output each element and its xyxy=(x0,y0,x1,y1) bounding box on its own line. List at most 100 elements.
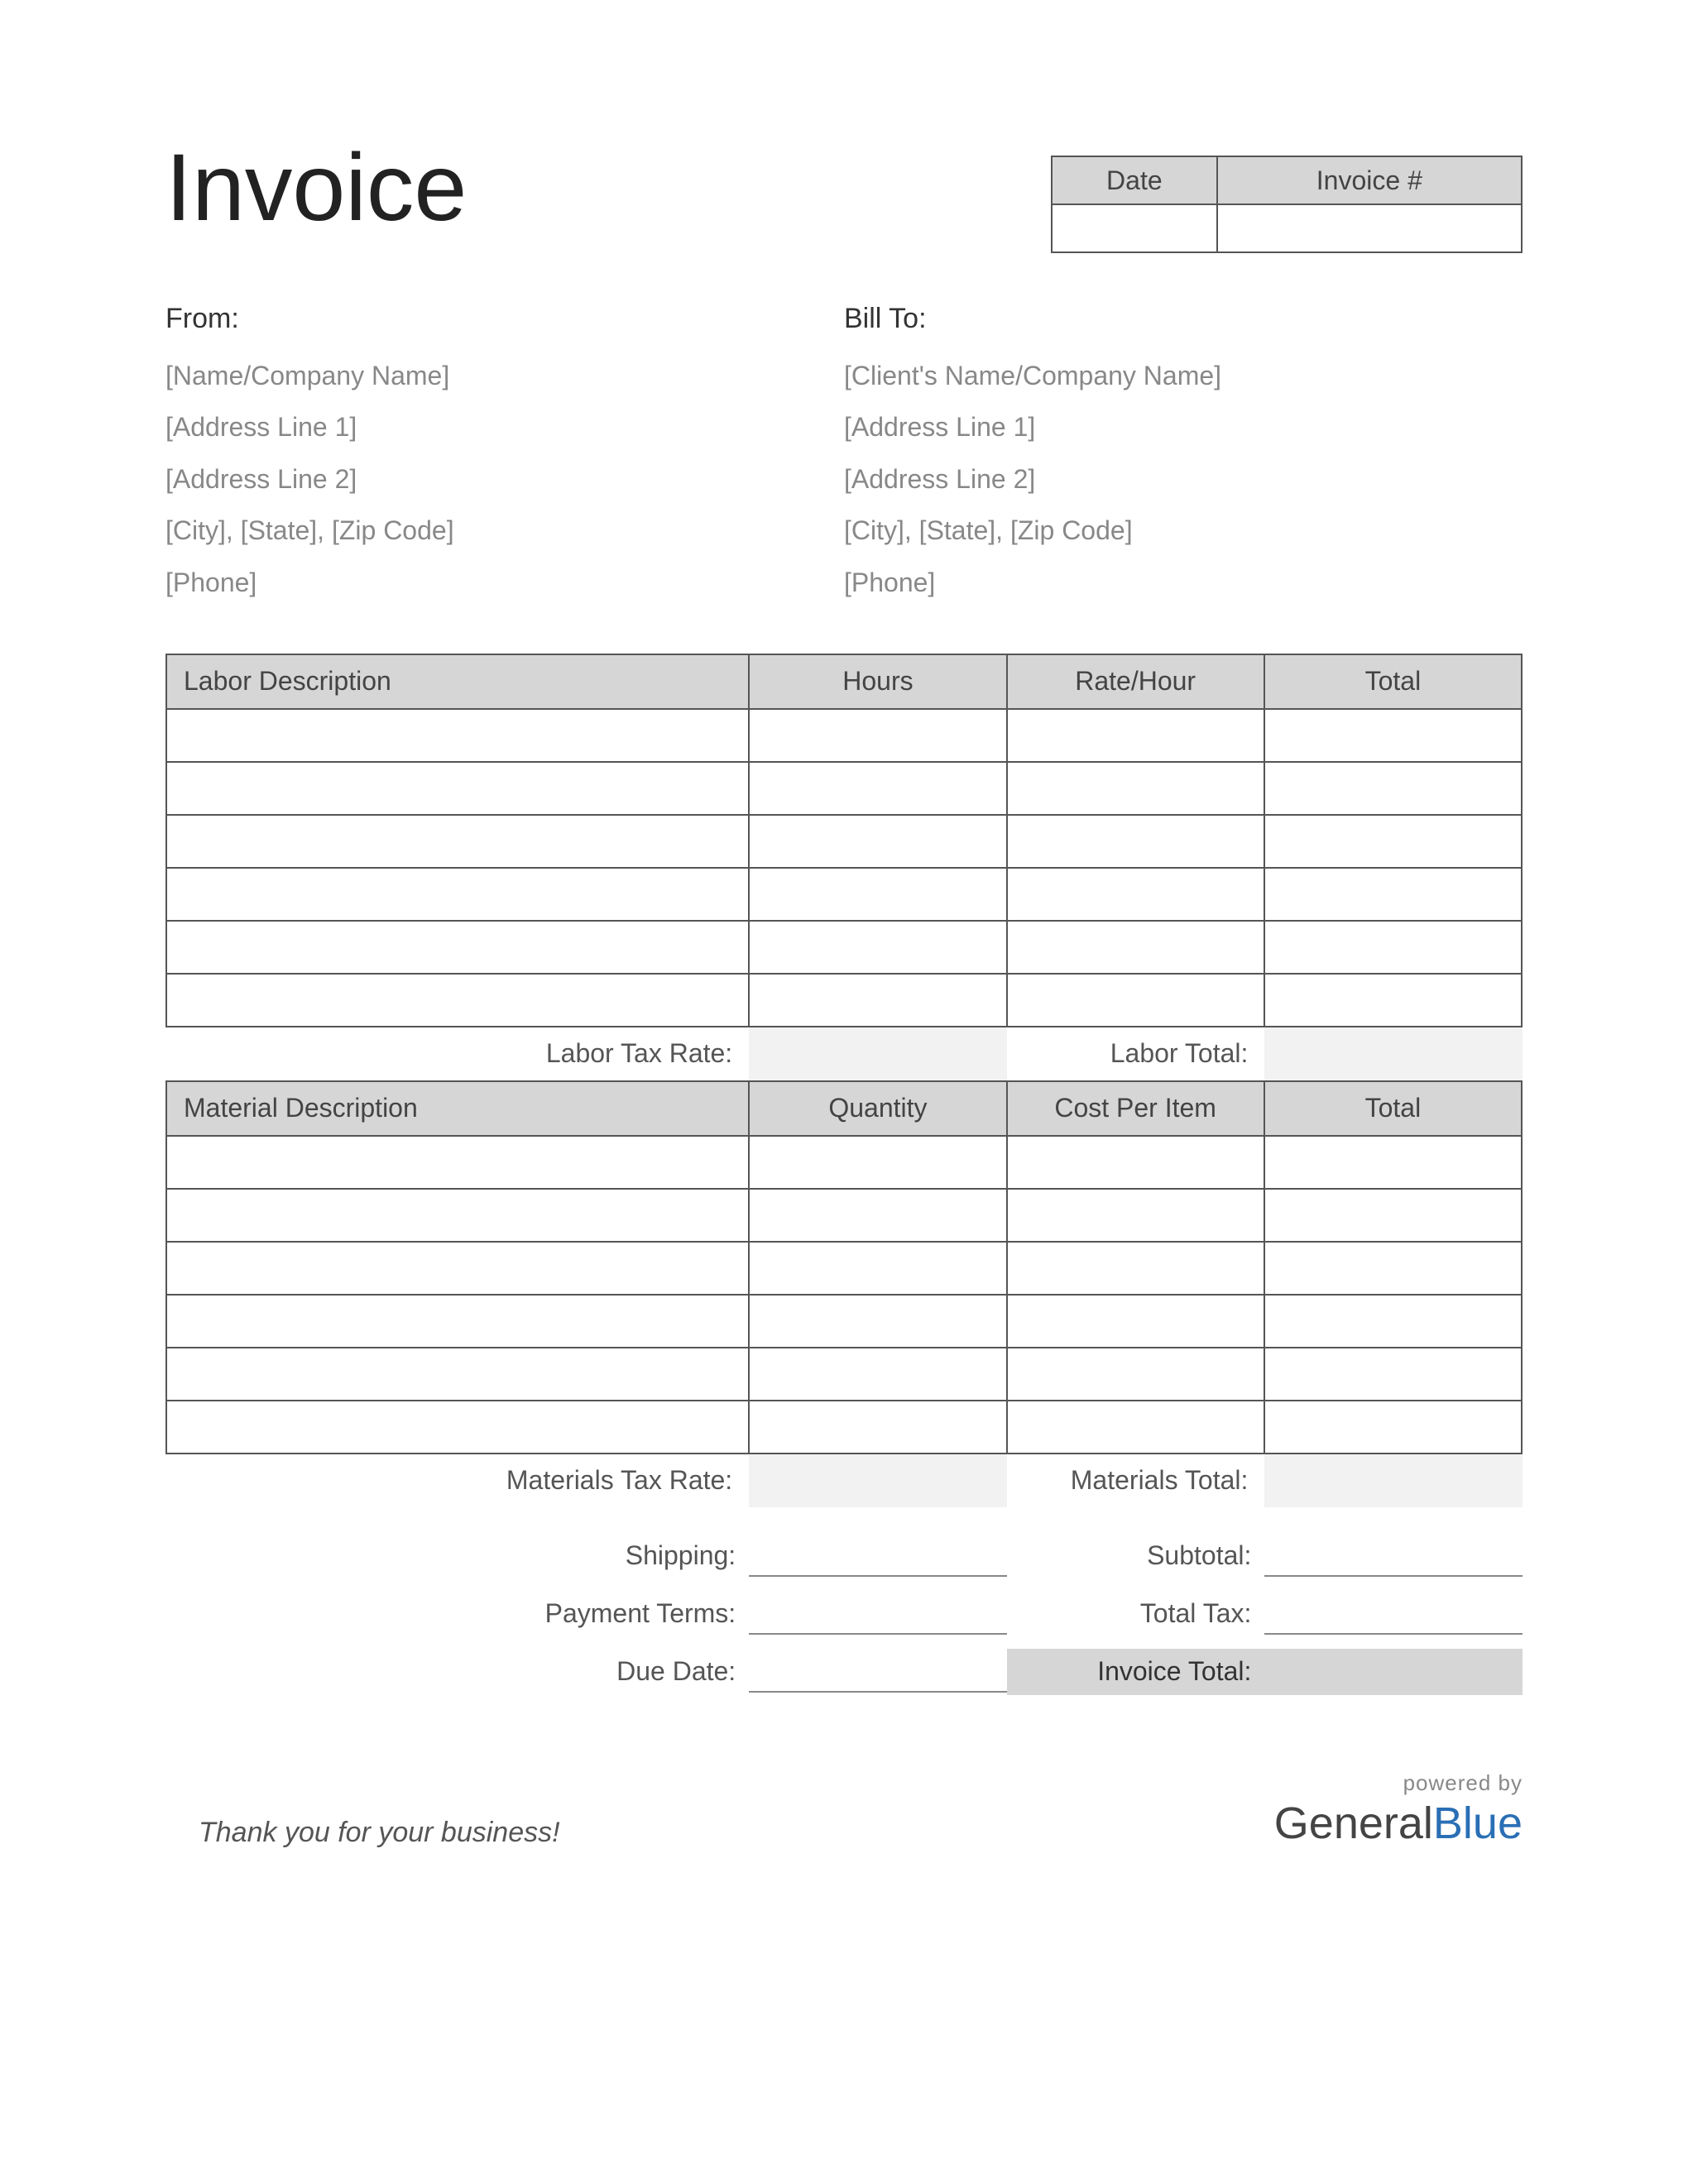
labor-cell[interactable] xyxy=(1264,762,1522,815)
material-total-value[interactable] xyxy=(1264,1454,1523,1507)
material-cell[interactable] xyxy=(166,1401,749,1454)
material-cell[interactable] xyxy=(749,1189,1006,1242)
material-tax-rate-label: Materials Tax Rate: xyxy=(165,1465,749,1496)
material-row xyxy=(166,1242,1522,1295)
material-cell[interactable] xyxy=(1264,1242,1522,1295)
billto-line[interactable]: [Address Line 2] xyxy=(844,453,1523,505)
summary-row-shipping: Shipping: Subtotal: xyxy=(165,1532,1523,1580)
shipping-label: Shipping: xyxy=(165,1540,749,1571)
material-subtotal-row: Materials Tax Rate: Materials Total: xyxy=(165,1454,1523,1507)
billto-block: Bill To: [Client's Name/Company Name] [A… xyxy=(844,303,1523,608)
labor-total-label: Labor Total: xyxy=(1007,1038,1265,1069)
material-cell[interactable] xyxy=(166,1189,749,1242)
due-date-label: Due Date: xyxy=(165,1656,749,1687)
labor-cell[interactable] xyxy=(749,815,1006,868)
labor-cell[interactable] xyxy=(166,762,749,815)
invoice-total-value[interactable] xyxy=(1264,1649,1523,1695)
labor-cell[interactable] xyxy=(1007,762,1264,815)
labor-subtotal-row: Labor Tax Rate: Labor Total: xyxy=(165,1027,1523,1080)
material-cell[interactable] xyxy=(749,1136,1006,1189)
logo-text-b: Blue xyxy=(1433,1798,1523,1848)
from-line[interactable]: [Phone] xyxy=(165,557,844,608)
billto-line[interactable]: [City], [State], [Zip Code] xyxy=(844,505,1523,556)
material-cell[interactable] xyxy=(749,1295,1006,1348)
material-cell[interactable] xyxy=(1264,1401,1522,1454)
from-line[interactable]: [Address Line 2] xyxy=(165,453,844,505)
labor-cell[interactable] xyxy=(1264,868,1522,921)
total-tax-value[interactable] xyxy=(1264,1602,1523,1635)
material-row xyxy=(166,1136,1522,1189)
material-cell[interactable] xyxy=(1264,1295,1522,1348)
labor-table: Labor Description Hours Rate/Hour Total xyxy=(165,654,1523,1027)
payment-terms-value[interactable] xyxy=(749,1602,1007,1635)
labor-cell[interactable] xyxy=(749,762,1006,815)
labor-cell[interactable] xyxy=(1007,868,1264,921)
material-cell[interactable] xyxy=(1007,1401,1264,1454)
due-date-value[interactable] xyxy=(749,1660,1007,1693)
billto-label: Bill To: xyxy=(844,303,1523,335)
from-line[interactable]: [Address Line 1] xyxy=(165,401,844,453)
labor-cell[interactable] xyxy=(749,974,1006,1027)
material-cell[interactable] xyxy=(1007,1136,1264,1189)
logo-text-a: General xyxy=(1274,1798,1433,1848)
material-tax-rate-value[interactable] xyxy=(749,1454,1007,1507)
labor-cell[interactable] xyxy=(1007,921,1264,974)
from-line[interactable]: [City], [State], [Zip Code] xyxy=(165,505,844,556)
labor-cell[interactable] xyxy=(1264,815,1522,868)
from-line[interactable]: [Name/Company Name] xyxy=(165,350,844,401)
labor-cell[interactable] xyxy=(166,815,749,868)
material-cell[interactable] xyxy=(749,1348,1006,1401)
subtotal-value[interactable] xyxy=(1264,1544,1523,1577)
material-row xyxy=(166,1401,1522,1454)
from-label: From: xyxy=(165,303,844,335)
billto-line[interactable]: [Client's Name/Company Name] xyxy=(844,350,1523,401)
page-title: Invoice xyxy=(165,141,467,236)
labor-cell[interactable] xyxy=(166,868,749,921)
material-cell[interactable] xyxy=(1007,1348,1264,1401)
labor-cell[interactable] xyxy=(749,709,1006,762)
powered-by-label: powered by xyxy=(1274,1770,1523,1796)
shipping-value[interactable] xyxy=(749,1544,1007,1577)
labor-cell[interactable] xyxy=(1264,974,1522,1027)
material-header-cost: Cost Per Item xyxy=(1007,1081,1264,1136)
labor-header-desc: Labor Description xyxy=(166,654,749,709)
labor-cell[interactable] xyxy=(1264,709,1522,762)
labor-total-value[interactable] xyxy=(1264,1027,1523,1080)
labor-tax-rate-value[interactable] xyxy=(749,1027,1007,1080)
material-cell[interactable] xyxy=(749,1401,1006,1454)
labor-header-total: Total xyxy=(1264,654,1522,709)
material-cell[interactable] xyxy=(1007,1189,1264,1242)
material-cell[interactable] xyxy=(1007,1242,1264,1295)
material-row xyxy=(166,1348,1522,1401)
meta-table: Date Invoice # xyxy=(1051,156,1523,253)
meta-value-date[interactable] xyxy=(1052,204,1217,252)
billto-line[interactable]: [Address Line 1] xyxy=(844,401,1523,453)
material-cell[interactable] xyxy=(166,1348,749,1401)
labor-cell[interactable] xyxy=(749,868,1006,921)
material-row xyxy=(166,1189,1522,1242)
material-cell[interactable] xyxy=(166,1242,749,1295)
material-cell[interactable] xyxy=(1264,1136,1522,1189)
material-cell[interactable] xyxy=(1264,1348,1522,1401)
billto-line[interactable]: [Phone] xyxy=(844,557,1523,608)
material-cell[interactable] xyxy=(1007,1295,1264,1348)
material-cell[interactable] xyxy=(1264,1189,1522,1242)
labor-cell[interactable] xyxy=(166,709,749,762)
material-cell[interactable] xyxy=(166,1136,749,1189)
material-cell[interactable] xyxy=(749,1242,1006,1295)
labor-cell[interactable] xyxy=(749,921,1006,974)
material-row xyxy=(166,1295,1522,1348)
labor-cell[interactable] xyxy=(166,921,749,974)
meta-value-invoice-num[interactable] xyxy=(1217,204,1522,252)
material-table: Material Description Quantity Cost Per I… xyxy=(165,1080,1523,1454)
labor-cell[interactable] xyxy=(1007,815,1264,868)
material-header-desc: Material Description xyxy=(166,1081,749,1136)
labor-row xyxy=(166,815,1522,868)
material-cell[interactable] xyxy=(166,1295,749,1348)
thank-you-text: Thank you for your business! xyxy=(165,1817,560,1849)
labor-cell[interactable] xyxy=(1007,974,1264,1027)
meta-header-date: Date xyxy=(1052,156,1217,204)
labor-cell[interactable] xyxy=(1264,921,1522,974)
labor-cell[interactable] xyxy=(166,974,749,1027)
labor-cell[interactable] xyxy=(1007,709,1264,762)
